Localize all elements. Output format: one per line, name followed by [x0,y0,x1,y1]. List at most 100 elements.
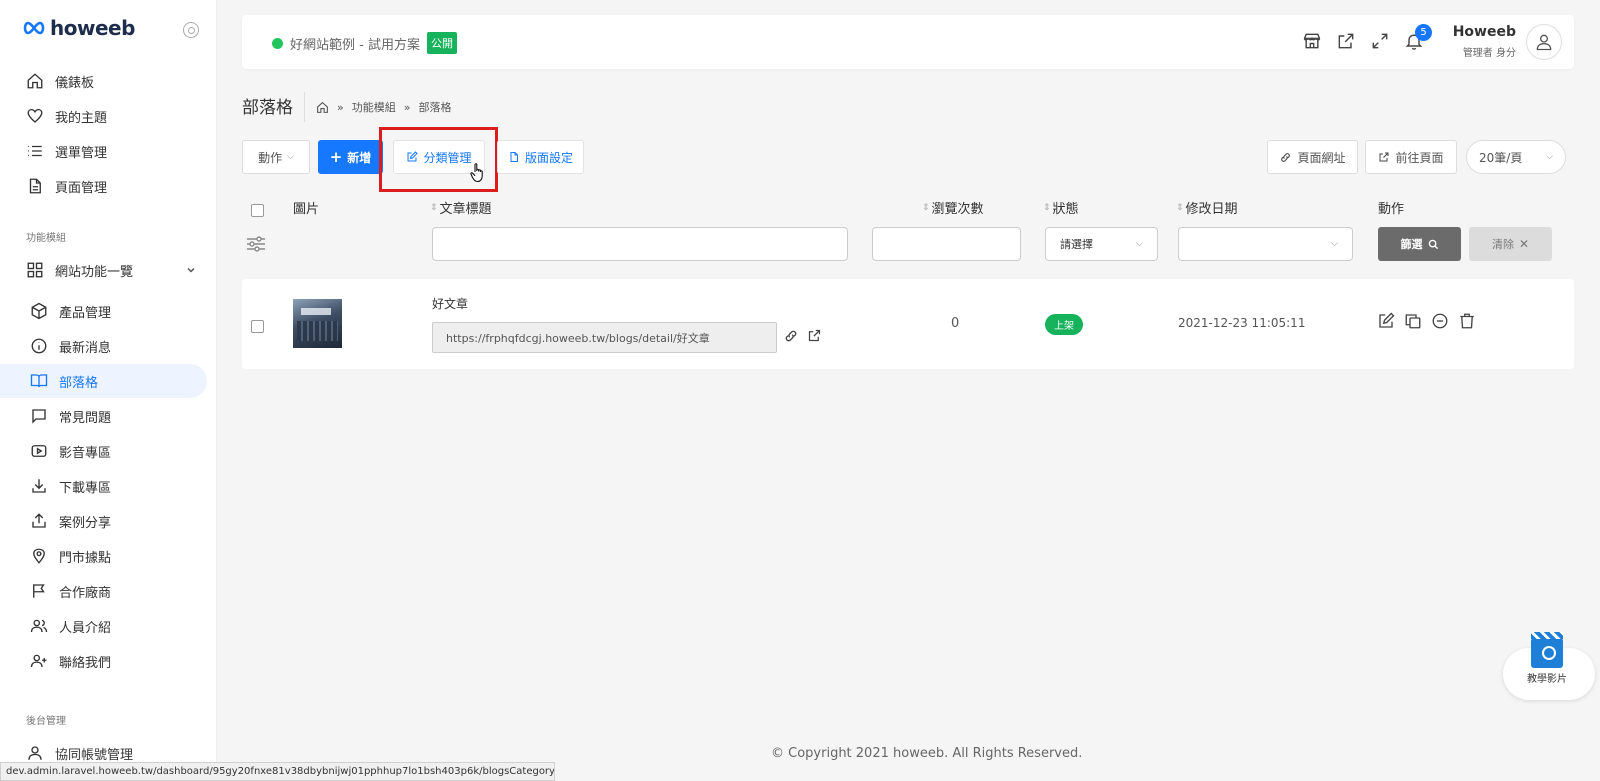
add-button[interactable]: + 新增 [318,140,383,174]
sidebar-item-staff[interactable]: 人員介紹 [0,609,207,643]
date-filter-select[interactable]: ⌵ [1178,227,1353,261]
select-all-checkbox[interactable] [251,204,264,217]
post-url-field[interactable]: https://frphqfdcgj.howeeb.tw/blogs/detai… [432,322,777,353]
breadcrumb: » 功能模組 » 部落格 [316,99,451,115]
filter-settings-icon[interactable] [246,235,266,253]
infinity-logo-icon [23,21,45,35]
sort-icon: ⇕ [430,202,438,213]
home-icon[interactable] [316,101,329,114]
home-icon [27,73,43,89]
external-link-icon[interactable] [1336,31,1356,51]
sidebar-item-my-theme[interactable]: 我的主題 [0,99,207,133]
status-filter-value: 請選擇 [1060,238,1093,251]
sidebar-item-label: 產品管理 [59,305,112,321]
user-plus-icon [30,654,47,668]
column-header-actions: 動作 [1378,198,1404,217]
sidebar-item-partners[interactable]: 合作廠商 [0,574,207,608]
flag-icon [33,584,45,598]
column-header-status[interactable]: ⇕ 狀態 [1043,198,1079,217]
brand-logo[interactable]: howeeb [22,16,135,40]
sidebar-item-label: 常見問題 [59,410,112,426]
notification-count: 5 [1415,24,1432,41]
sidebar-item-label: 部落格 [59,375,99,391]
filter-button[interactable]: 篩選 [1378,227,1461,261]
views-filter-input[interactable] [872,227,1021,261]
column-header-label: 狀態 [1052,202,1079,217]
sidebar-item-contact[interactable]: 聯絡我們 [0,644,207,678]
avatar[interactable] [1526,24,1562,60]
external-link-icon [1379,152,1389,162]
open-external-icon[interactable] [807,328,822,343]
top-bar: 好網站範例 - 試用方案 公開 5 Howeeb 管理者 身分 [242,15,1574,69]
sidebar-item-dashboard[interactable]: 儀錶板 [0,64,207,98]
tutorial-label: 教學影片 [1527,674,1567,685]
sidebar-item-label: 協同帳號管理 [55,747,134,763]
online-status-dot [272,37,283,49]
chat-icon [32,409,46,424]
trash-icon[interactable] [1458,312,1476,330]
sidebar-item-label: 下載專區 [59,480,112,496]
fullscreen-icon[interactable] [1370,31,1390,51]
sidebar-item-menu-management[interactable]: 選單管理 [0,134,207,168]
sidebar-item-page-management[interactable]: 頁面管理 [0,169,207,203]
sidebar-item-products[interactable]: 產品管理 [0,294,207,328]
title-filter-input[interactable] [432,227,848,261]
store-icon[interactable] [1302,31,1322,51]
breadcrumb-item-modules[interactable]: 功能模組 [352,99,396,115]
filter-button-label: 篩選 [1400,238,1423,251]
sidebar-item-label: 案例分享 [59,515,112,531]
copy-link-icon[interactable] [783,328,799,344]
sidebar-item-video[interactable]: 影音專區 [0,434,207,468]
notification-bell[interactable]: 5 [1404,24,1432,51]
sidebar-item-label: 儀錶板 [55,75,95,91]
grid-icon [27,262,43,278]
per-page-select[interactable]: 20筆/頁 ⌵ [1466,140,1566,174]
sidebar-item-faq[interactable]: 常見問題 [0,399,207,433]
sidebar-item-stores[interactable]: 門市據點 [0,539,207,573]
sidebar-toggle-icon[interactable] [183,22,199,38]
sidebar-item-label: 選單管理 [55,145,108,161]
column-header-views[interactable]: ⇕ 瀏覽次數 [922,198,984,217]
add-button-label: 新增 [347,150,372,165]
sidebar-item-site-functions[interactable]: 網站功能一覽 [0,253,207,287]
layout-settings-button[interactable]: 版面設定 [497,140,584,174]
column-header-label: 文章標題 [439,202,492,217]
post-thumbnail[interactable] [293,299,342,348]
tutorial-video-widget[interactable]: 教學影片 [1503,630,1595,700]
goto-page-button[interactable]: 前往頁面 [1365,140,1457,174]
sidebar-item-downloads[interactable]: 下載專區 [0,469,207,503]
status-filter-select[interactable]: 請選擇 ⌵ [1045,227,1158,261]
status-badge[interactable]: 上架 [1045,314,1083,335]
sidebar-item-news[interactable]: 最新消息 [0,329,207,363]
sidebar-item-cases[interactable]: 案例分享 [0,504,207,538]
hand-cursor-icon [470,163,483,183]
sidebar-section-backend: 後台管理 [26,716,66,727]
column-header-label: 動作 [1378,202,1405,217]
edit-icon[interactable] [1377,312,1395,330]
page-url-button[interactable]: 頁面網址 [1267,140,1358,174]
map-pin-icon [33,548,45,564]
row-actions [1377,312,1476,330]
unpublish-icon[interactable] [1431,312,1449,330]
site-name: 好網站範例 - 試用方案 [290,37,420,53]
post-title[interactable]: 好文章 [432,295,468,312]
clear-button[interactable]: 清除 ✕ [1469,227,1552,261]
users-icon [30,619,48,633]
sidebar-item-label: 最新消息 [59,340,112,356]
user-role: 管理者 身分 [1462,48,1516,59]
page-title: 部落格 [242,98,293,118]
page-url-label: 頁面網址 [1297,150,1346,165]
box-icon [31,302,47,320]
sidebar-item-blog[interactable]: 部落格 [0,364,207,398]
sort-icon: ⇕ [922,202,930,213]
book-icon [30,374,48,388]
column-header-title[interactable]: ⇕ 文章標題 [430,198,492,217]
duplicate-icon[interactable] [1404,312,1422,330]
document-icon [29,178,41,194]
per-page-value: 20筆/頁 [1479,150,1523,165]
column-header-modified[interactable]: ⇕ 修改日期 [1176,198,1238,217]
bulk-action-dropdown[interactable]: 動作 ⌵ [242,140,310,174]
chevron-down-icon: ⌵ [1331,239,1338,249]
info-icon [31,338,47,354]
row-checkbox[interactable] [251,320,264,333]
